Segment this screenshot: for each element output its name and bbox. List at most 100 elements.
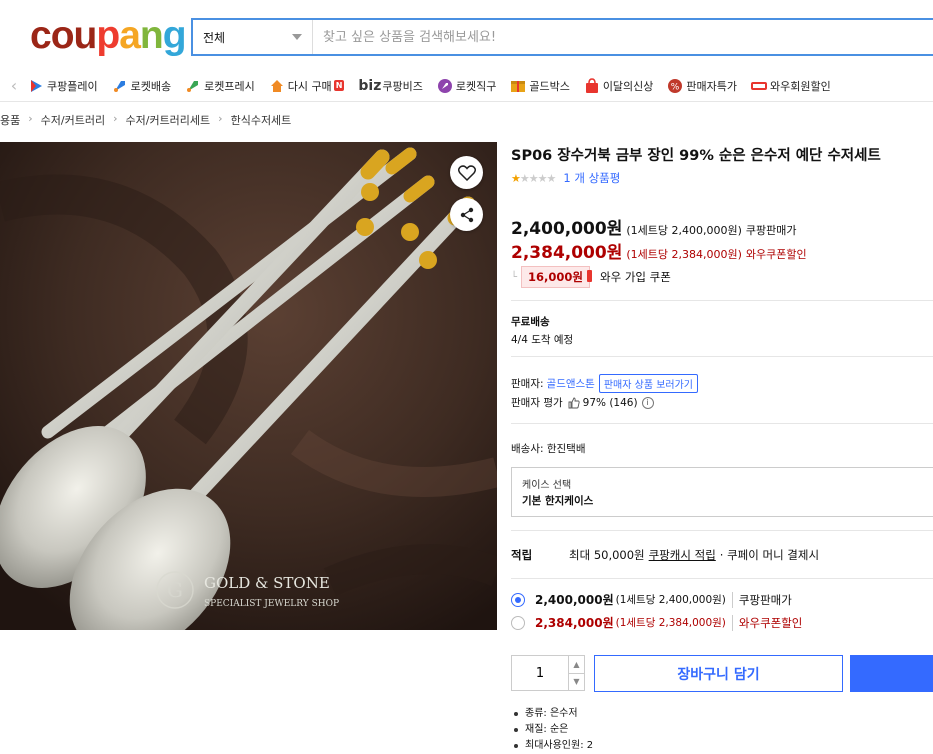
share-button[interactable] — [450, 198, 483, 231]
divider — [511, 578, 933, 579]
search-input[interactable] — [313, 20, 933, 54]
new-bag-icon — [585, 77, 598, 93]
decrement-button[interactable]: ▼ — [569, 672, 584, 691]
price-option-wow[interactable]: 2,384,000원 (1세트당 2,384,000원) 와우쿠폰할인 — [511, 614, 802, 631]
nav-item-seller-deal[interactable]: % 판매자특가 — [667, 78, 737, 94]
rocket-icon — [113, 80, 125, 92]
price-tag: 쿠팡판매가 — [745, 224, 797, 237]
nav-label: 로켓프레시 — [204, 79, 255, 93]
coupang-play-icon — [31, 79, 42, 92]
logo-letter: g — [162, 14, 187, 57]
logo-letter: o — [50, 14, 75, 57]
gold-box-icon — [511, 80, 526, 92]
nav-item-gold-box[interactable]: 골드박스 — [510, 78, 570, 94]
biz-icon: biz — [358, 77, 382, 94]
info-icon[interactable]: i — [641, 396, 654, 409]
radio-unselected[interactable] — [511, 615, 525, 630]
svg-text:G: G — [167, 578, 183, 602]
sale-price: 2,400,000원 — [511, 219, 623, 239]
sale-price-row: 2,400,000원 (1세트당 2,400,000원) 쿠팡판매가 — [511, 214, 797, 239]
coupon-text: 와우 가입 쿠폰 — [600, 270, 671, 284]
search-category-select[interactable]: 전체 — [193, 20, 313, 54]
buy-now-button[interactable] — [850, 655, 933, 692]
breadcrumb: 용품 › 수저/커트러리 › 수저/커트러리세트 › 한식수저세트 — [0, 112, 291, 128]
wow-price-tag: 와우쿠폰할인 — [745, 248, 807, 261]
divider — [511, 356, 933, 357]
nav-item-coupang-biz[interactable]: biz 쿠팡비즈 — [358, 78, 422, 94]
nav-label: 쿠팡플레이 — [47, 79, 98, 93]
breadcrumb-item[interactable]: 용품 — [0, 112, 20, 128]
breadcrumb-item[interactable]: 수저/커트러리 — [41, 112, 105, 128]
quantity-input[interactable] — [512, 656, 568, 690]
carrier-label: 배송사: 한진택배 — [511, 443, 586, 455]
option-tag: 쿠팡판매가 — [731, 591, 792, 608]
unit-price: (1세트당 2,400,000원) — [626, 224, 742, 237]
reward-row: 적립 최대 50,000원 쿠팡캐시 적립 · 쿠페이 머니 결제시 — [511, 547, 819, 563]
coupang-logo[interactable]: coupang — [30, 14, 187, 58]
breadcrumb-item[interactable]: 수저/커트러리세트 — [126, 112, 211, 128]
coupang-cash-link[interactable]: 쿠팡캐시 적립 — [649, 547, 716, 563]
nav-label: 와우회원할인 — [770, 79, 831, 93]
option-unit-price: (1세트당 2,384,000원) — [615, 617, 726, 629]
breadcrumb-item[interactable]: 한식수저세트 — [231, 112, 292, 128]
product-title: SP06 장수거북 금부 장인 99% 순은 은수저 예단 수저세트 — [511, 148, 881, 164]
coupon-row: └ 16,000원 와우 가입 쿠폰 — [511, 266, 671, 288]
seller-rating-label: 판매자 평가 — [511, 397, 563, 409]
add-to-cart-button[interactable]: 장바구니 담기 — [594, 655, 843, 692]
nav-item-rocket-global[interactable]: 로켓직구 — [437, 78, 496, 94]
star-empty-icon: ★ — [546, 171, 557, 185]
chevron-down-icon — [292, 34, 302, 40]
reward-heading: 적립 — [511, 548, 533, 562]
option-unit-price: (1세트당 2,400,000원) — [615, 594, 726, 606]
nav-item-wow-discount[interactable]: 와우회원할인 — [751, 78, 831, 94]
nav-item-rebuy[interactable]: 다시 구매 N — [269, 78, 345, 94]
wow-price: 2,384,000원 — [511, 243, 623, 263]
attribute-item: 재질: 순은 — [511, 722, 593, 738]
nav-label: 로켓직구 — [455, 79, 497, 93]
nav-label: 쿠팡비즈 — [382, 79, 423, 93]
free-shipping-label: 무료배송 — [511, 316, 550, 328]
product-attributes: 종류: 은수저 재질: 순은 최대사용인원: 2 — [511, 706, 593, 754]
corner-arrow-icon: └ — [511, 271, 518, 283]
increment-button[interactable]: ▲ — [569, 656, 584, 673]
price-option-regular[interactable]: 2,400,000원 (1세트당 2,400,000원) 쿠팡판매가 — [511, 591, 792, 608]
chevron-left-icon[interactable]: ‹ — [0, 76, 28, 95]
percent-icon: % — [668, 78, 683, 93]
seller-rating-value: 97% (146) — [582, 396, 638, 409]
option-price: 2,400,000원 — [535, 593, 614, 607]
seller-name-link[interactable]: 골드앤스톤 — [547, 376, 595, 391]
nav-label: 이달의신상 — [602, 79, 654, 93]
review-count-link[interactable]: 1 개 상품평 — [563, 170, 620, 186]
coupon-badge[interactable]: 16,000원 — [521, 266, 592, 288]
thumbs-up-icon — [568, 397, 580, 408]
chevron-right-icon: › — [218, 112, 223, 125]
watermark-brand: GOLD & STONE — [204, 574, 330, 592]
star-filled-icon: ★ — [511, 171, 521, 185]
attribute-item: 종류: 은수저 — [511, 706, 593, 722]
nav-item-rocket-delivery[interactable]: 로켓배송 — [112, 78, 171, 94]
option-selector[interactable]: 케이스 선택 기본 한지케이스 — [511, 467, 933, 517]
wow-price-row: 2,384,000원 (1세트당 2,384,000원) 와우쿠폰할인 — [511, 238, 807, 263]
option-tag: 와우쿠폰할인 — [731, 614, 802, 631]
reward-max: 최대 50,000원 — [569, 548, 645, 562]
option-value: 기본 한지케이스 — [522, 495, 594, 507]
nav-item-coupang-play[interactable]: 쿠팡플레이 — [28, 78, 98, 94]
heart-icon — [457, 164, 476, 181]
nav-item-monthly-new[interactable]: 이달의신상 — [584, 77, 654, 94]
rocket-fresh-icon — [187, 80, 199, 92]
star-empty-icon: ★ — [537, 171, 548, 185]
share-icon — [460, 207, 473, 222]
wishlist-button[interactable] — [450, 156, 483, 189]
logo-letter: a — [119, 14, 141, 57]
product-image[interactable]: G GOLD & STONE SPECIALIST JEWELRY SHOP — [0, 142, 497, 630]
new-badge: N — [333, 80, 345, 91]
seller-rating-row: 판매자 평가 97% (146) i — [511, 395, 654, 410]
nav-item-rocket-fresh[interactable]: 로켓프레시 — [185, 78, 255, 94]
search-bar: 전체 — [191, 18, 933, 56]
seller-products-button[interactable]: 판매자 상품 보러가기 — [598, 374, 699, 393]
quantity-stepper: ▲ ▼ — [511, 655, 585, 691]
watermark-subtitle: SPECIALIST JEWELRY SHOP — [204, 599, 339, 609]
radio-selected[interactable] — [511, 592, 525, 607]
svg-text:%: % — [671, 82, 680, 92]
nav-label: 골드박스 — [529, 79, 570, 93]
